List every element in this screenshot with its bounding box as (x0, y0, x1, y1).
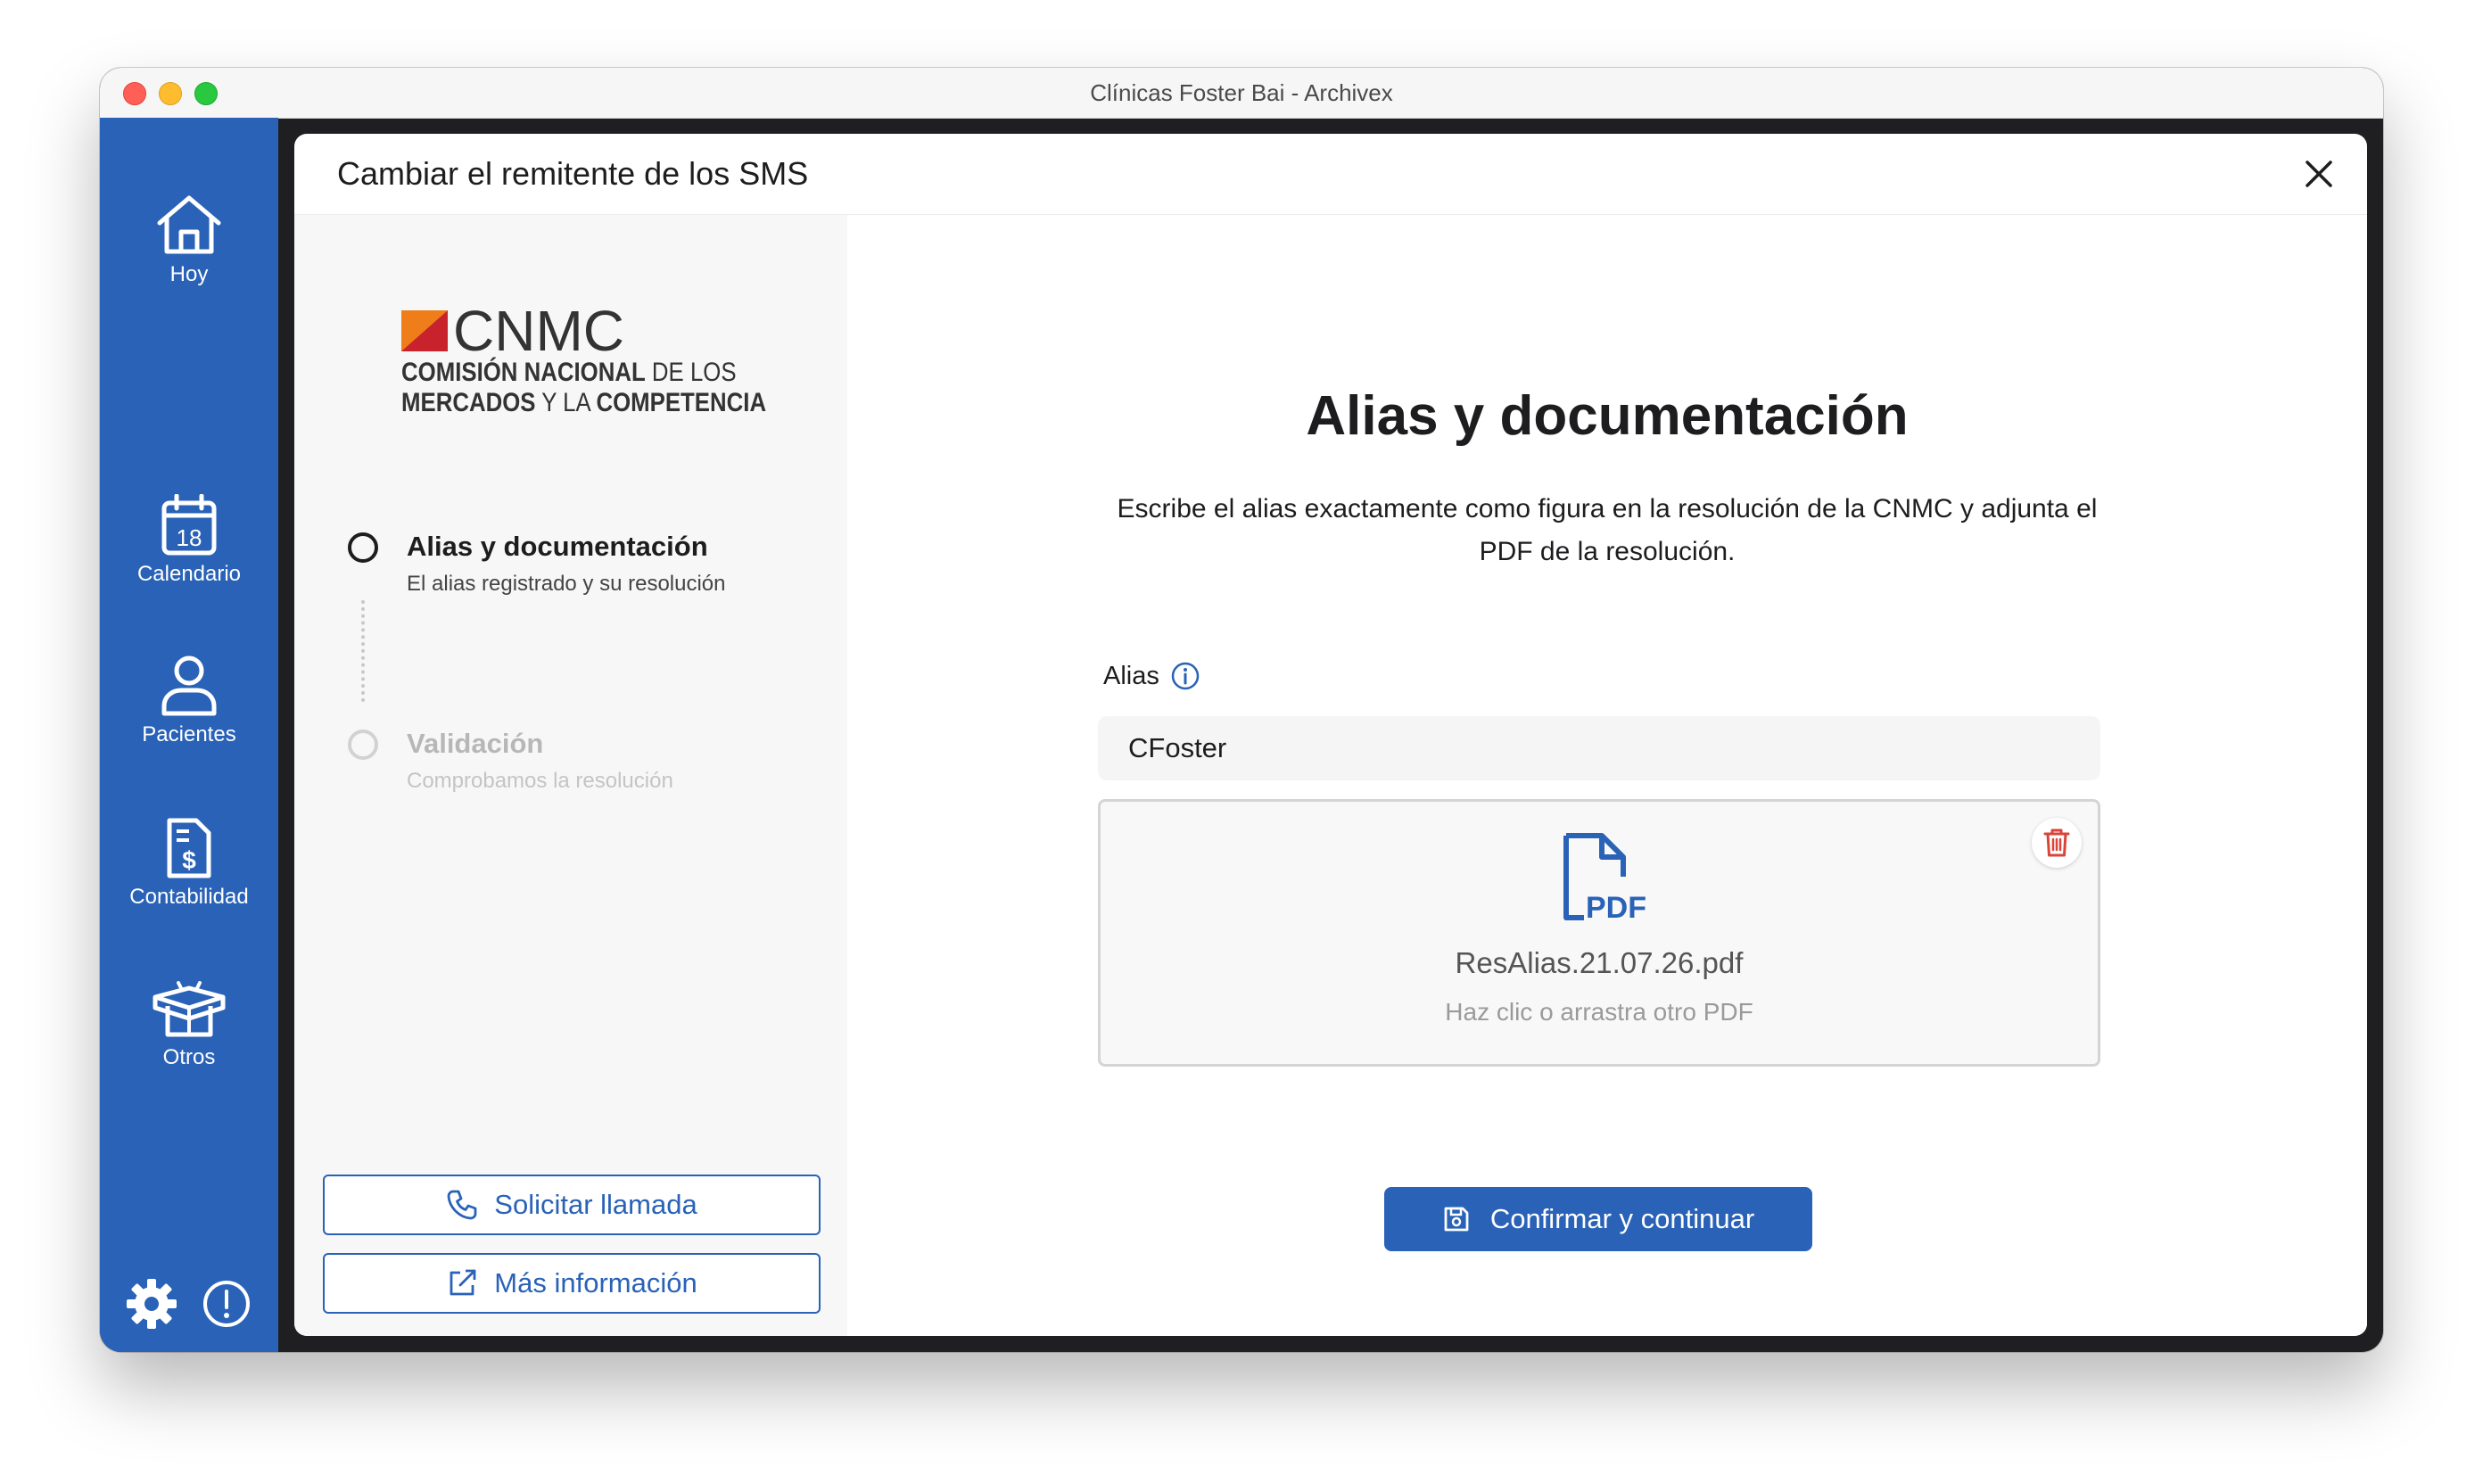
step-subtitle: El alias registrado y su resolución (407, 572, 726, 596)
sidebar-item-pacientes[interactable]: Pacientes (100, 655, 278, 747)
calendar-day-number: 18 (177, 524, 202, 551)
delete-file-button[interactable] (2032, 818, 2082, 868)
step-title: Validación (407, 728, 544, 759)
cnmc-logo: CNMC COMISIÓN NACIONAL DE LOS MERCADOS Y… (401, 299, 767, 418)
close-icon[interactable] (2303, 158, 2335, 190)
trash-icon (2043, 829, 2070, 857)
change-sms-sender-modal: Cambiar el remitente de los SMS CNMC COM… (294, 134, 2367, 1336)
modal-title: Cambiar el remitente de los SMS (337, 155, 809, 192)
alias-label: Alias (1103, 661, 1200, 691)
confirm-continue-button[interactable]: Confirmar y continuar (1384, 1187, 1812, 1251)
calendar-icon: 18 (161, 494, 217, 556)
info-icon[interactable] (1170, 661, 1200, 691)
app-window: Clínicas Foster Bai - Archivex Hoy 18 Ca… (100, 68, 2383, 1352)
confirm-continue-label: Confirmar y continuar (1489, 1203, 1755, 1234)
sidebar-item-hoy[interactable]: Hoy (100, 193, 278, 287)
save-icon (1444, 1207, 1469, 1232)
cnmc-logo-mark (401, 310, 448, 351)
logo-wordmark: CNMC (453, 299, 624, 363)
pdf-dropzone[interactable]: PDF ResAlias.21.07.26.pdf Haz clic o arr… (1098, 799, 2100, 1067)
invoice-icon: $ (167, 818, 211, 878)
request-call-button[interactable]: Solicitar llamada (323, 1175, 821, 1235)
open-box-icon (153, 981, 226, 1037)
step-connector (361, 600, 365, 702)
pdf-badge: PDF (1586, 891, 1646, 921)
gear-icon[interactable] (125, 1277, 178, 1331)
sidebar-item-label: Pacientes (142, 722, 236, 746)
sidebar-item-label: Contabilidad (129, 885, 249, 909)
sidebar-item-otros[interactable]: Otros (100, 981, 278, 1070)
more-info-label: Más información (494, 1267, 697, 1298)
steps-panel: CNMC COMISIÓN NACIONAL DE LOS MERCADOS Y… (294, 215, 847, 1336)
modal-header: Cambiar el remitente de los SMS (294, 134, 2367, 215)
more-info-button[interactable]: Más información (323, 1253, 821, 1314)
pdf-file-icon: PDF (1563, 833, 1646, 921)
section-heading: Alias y documentación (1306, 385, 1909, 447)
sidebar-item-label: Calendario (136, 562, 242, 586)
sidebar: Hoy 18 Calendario Pacientes $ Contabilid… (100, 118, 278, 1352)
svg-text:$: $ (182, 846, 196, 874)
sidebar-item-contabilidad[interactable]: $ Contabilidad (100, 817, 278, 910)
sidebar-item-calendario[interactable]: 18 Calendario (100, 494, 278, 587)
alert-circle-icon[interactable] (202, 1279, 252, 1329)
main-panel: Alias y documentación Escribe el alias e… (847, 215, 2367, 1336)
home-icon (157, 195, 221, 254)
upload-hint: Haz clic o arrastra otro PDF (1445, 998, 1753, 1026)
step-subtitle: Comprobamos la resolución (407, 769, 673, 793)
logo-line-2: MERCADOS Y LA COMPETENCIA (401, 388, 767, 417)
uploaded-file-name: ResAlias.21.07.26.pdf (1455, 946, 1744, 979)
external-link-icon (450, 1269, 476, 1296)
window-title: Clínicas Foster Bai - Archivex (1090, 79, 1393, 106)
step-indicator (348, 532, 378, 563)
sidebar-item-label: Otros (162, 1045, 216, 1069)
request-call-label: Solicitar llamada (494, 1189, 697, 1220)
step-indicator (348, 730, 378, 760)
logo-line-1: COMISIÓN NACIONAL DE LOS (401, 358, 737, 387)
alias-input[interactable] (1098, 716, 2100, 780)
alias-label-text: Alias (1103, 661, 1159, 690)
step-title: Alias y documentación (407, 531, 708, 562)
section-description: Escribe el alias exactamente como figura… (1117, 494, 2098, 566)
user-icon (161, 655, 217, 716)
title-bar: Clínicas Foster Bai - Archivex (100, 68, 2383, 119)
phone-icon (447, 1190, 477, 1220)
sidebar-item-label: Hoy (169, 262, 209, 286)
